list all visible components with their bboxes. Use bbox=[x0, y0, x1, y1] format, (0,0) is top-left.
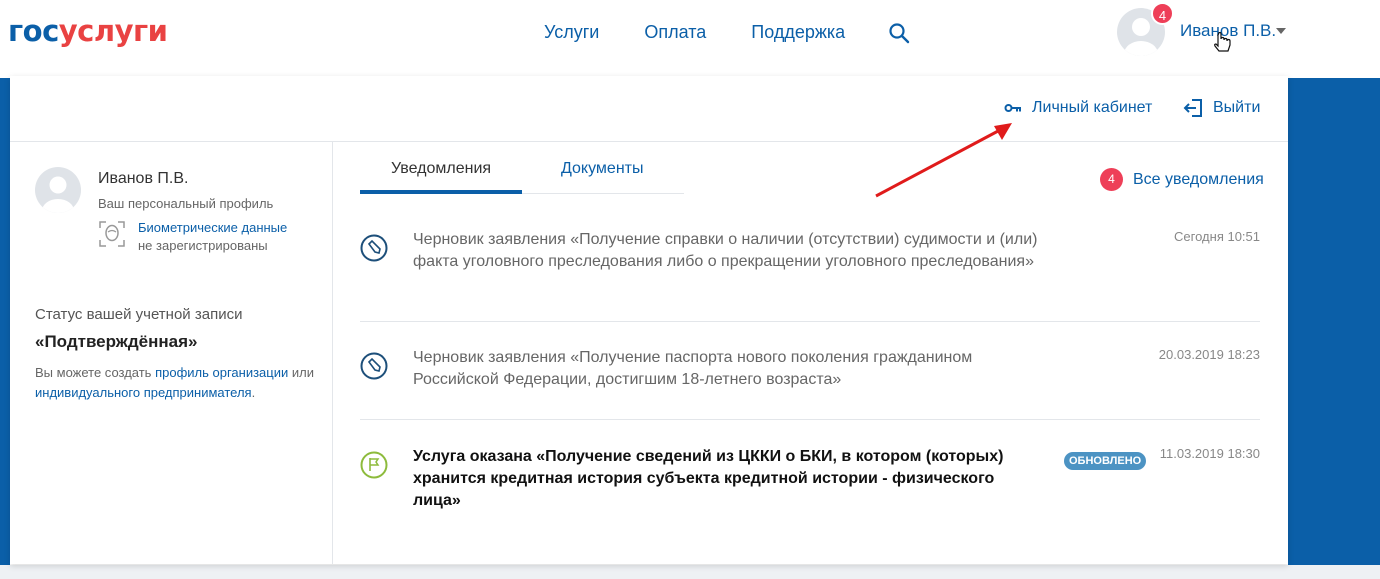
profile-type-label: Ваш персональный профиль bbox=[98, 196, 274, 211]
logo-part-uslugi: услуги bbox=[58, 14, 168, 48]
organization-profile-link[interactable]: профиль организации bbox=[155, 365, 288, 380]
key-icon bbox=[1004, 104, 1021, 112]
draft-pencil-icon bbox=[360, 352, 388, 380]
divider bbox=[360, 419, 1260, 420]
biometric-status: не зарегистрированы bbox=[138, 238, 268, 253]
notification-count-badge: 4 bbox=[1151, 2, 1174, 25]
background-strip-left bbox=[0, 78, 10, 579]
profile-column: Иванов П.В. Ваш персональный профиль Био… bbox=[10, 142, 333, 564]
active-tab-indicator bbox=[360, 190, 522, 194]
create-profile-note: Вы можете создать профиль организации ил… bbox=[35, 363, 325, 403]
note-middle: или bbox=[288, 365, 314, 380]
divider bbox=[360, 321, 1260, 322]
all-notifications-link[interactable]: 4 Все уведомления bbox=[1100, 168, 1264, 191]
background-strip-bottom bbox=[0, 565, 1380, 579]
background-strip-right bbox=[1288, 78, 1380, 565]
personal-cabinet-label: Личный кабинет bbox=[1032, 99, 1153, 116]
all-notifications-count: 4 bbox=[1100, 168, 1123, 191]
top-header: госуслуги Услуги Оплата Поддержка 4 Иван… bbox=[0, 0, 1380, 78]
draft-pencil-icon bbox=[360, 234, 388, 262]
account-status-value: «Подтверждённая» bbox=[35, 332, 198, 351]
note-suffix: . bbox=[251, 385, 256, 400]
updated-badge: ОБНОВЛЕНО bbox=[1064, 452, 1147, 470]
notification-text: Черновик заявления «Получение паспорта н… bbox=[413, 349, 973, 388]
notification-date: 20.03.2019 18:23 bbox=[1158, 347, 1260, 362]
notification-tabs: Уведомления Документы bbox=[360, 158, 684, 194]
entrepreneur-profile-link[interactable]: индивидуального предпринимателя bbox=[35, 385, 252, 400]
personal-cabinet-link[interactable]: Личный кабинет bbox=[1004, 99, 1152, 117]
notification-date: 11.03.2019 18:30 bbox=[1159, 446, 1260, 461]
all-notifications-label: Все уведомления bbox=[1133, 170, 1264, 188]
notification-text: Услуга оказана «Получение сведений из ЦК… bbox=[413, 448, 1004, 509]
flag-icon bbox=[360, 451, 388, 479]
search-icon[interactable] bbox=[888, 22, 910, 44]
chevron-down-icon[interactable] bbox=[1276, 28, 1286, 34]
red-arrow-annotation bbox=[875, 123, 1012, 198]
note-prefix: Вы можете создать bbox=[35, 365, 156, 380]
biometric-data-link[interactable]: Биометрические данные bbox=[138, 220, 287, 235]
account-status-label: Статус вашей учетной записи bbox=[35, 306, 243, 323]
nav-payment[interactable]: Оплата bbox=[644, 22, 706, 43]
gosuslugi-logo[interactable]: госуслуги bbox=[8, 14, 168, 48]
nav-services[interactable]: Услуги bbox=[544, 22, 599, 43]
profile-name: Иванов П.В. bbox=[98, 170, 189, 187]
main-nav: Услуги Оплата Поддержка bbox=[544, 22, 890, 43]
profile-avatar bbox=[35, 167, 81, 213]
logout-label: Выйти bbox=[1213, 99, 1261, 116]
tab-documents[interactable]: Документы bbox=[561, 160, 643, 178]
logout-link[interactable]: Выйти bbox=[1183, 99, 1260, 117]
notification-date: Сегодня 10:51 bbox=[1174, 229, 1260, 244]
logo-part-gos: гос bbox=[8, 14, 59, 48]
panel-top-bar: Личный кабинет Выйти bbox=[10, 76, 1288, 142]
logout-icon bbox=[1183, 99, 1202, 117]
face-scan-icon bbox=[99, 221, 125, 247]
notification-text: Черновик заявления «Получение справки о … bbox=[413, 231, 1038, 270]
nav-support[interactable]: Поддержка bbox=[751, 22, 845, 43]
hand-cursor-icon bbox=[1214, 32, 1231, 52]
tab-notifications[interactable]: Уведомления bbox=[391, 160, 491, 178]
